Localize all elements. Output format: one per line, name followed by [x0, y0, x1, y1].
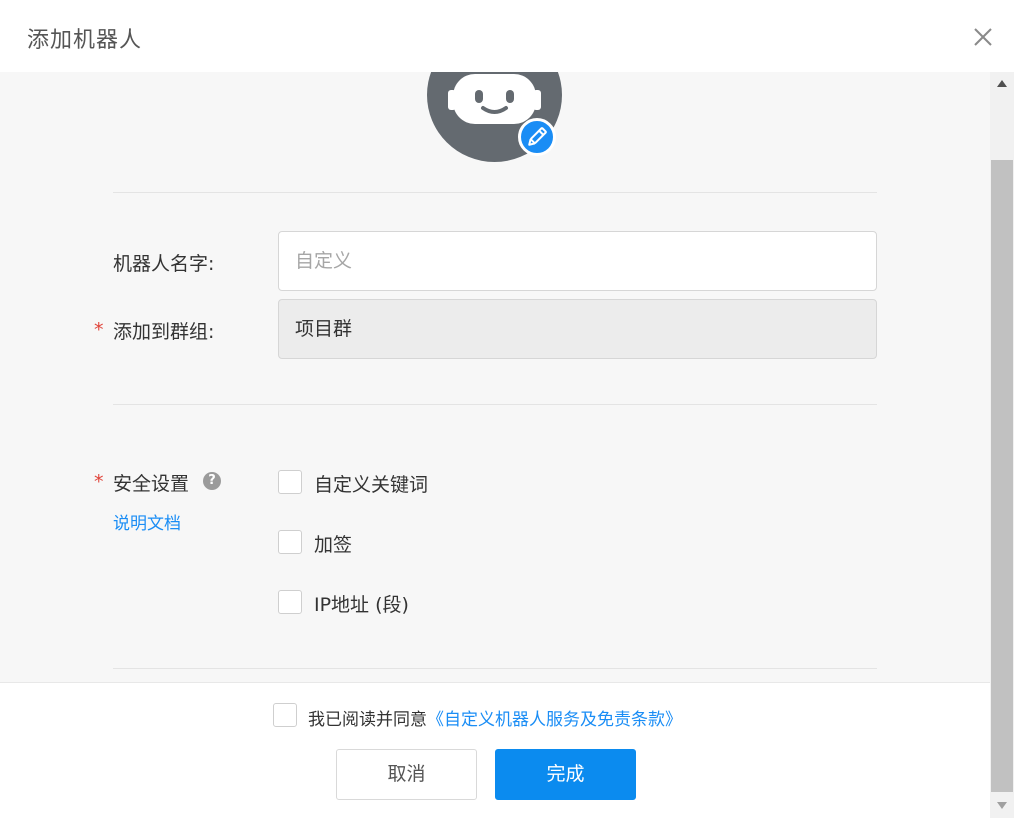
ip-address-checkbox[interactable] [278, 590, 302, 614]
scrollbar-thumb[interactable] [991, 160, 1013, 792]
done-button[interactable]: 完成 [495, 749, 636, 800]
edit-avatar-button[interactable] [518, 118, 556, 156]
agree-terms-text: 我已阅读并同意《自定义机器人服务及免责条款》 [308, 705, 682, 730]
terms-link[interactable]: 《自定义机器人服务及免责条款》 [427, 710, 682, 730]
divider [113, 668, 877, 669]
robot-name-label: 机器人名字: [113, 253, 215, 275]
pencil-icon [528, 127, 547, 146]
add-robot-dialog: 添加机器人 机器人名字: 自定义 * 添加到群组: 项目群 * 安全设置 ? 说… [0, 0, 1014, 818]
group-label: 添加到群组: [113, 321, 215, 343]
divider [113, 192, 877, 193]
keyword-checkbox[interactable] [278, 470, 302, 494]
close-icon[interactable] [970, 24, 996, 50]
agree-terms-checkbox[interactable] [273, 703, 297, 727]
cancel-button[interactable]: 取消 [336, 749, 477, 800]
scroll-down-arrow-icon[interactable] [997, 802, 1007, 809]
divider [113, 404, 877, 405]
ip-address-option-label: IP地址 (段) [314, 594, 409, 616]
security-settings-label: 安全设置 [113, 473, 190, 495]
vertical-scrollbar[interactable] [990, 72, 1014, 818]
required-mark: * [94, 319, 104, 341]
robot-name-input[interactable] [278, 231, 877, 291]
signature-option-label: 加签 [314, 534, 353, 556]
help-icon[interactable]: ? [203, 472, 221, 490]
documentation-link[interactable]: 说明文档 [113, 509, 181, 534]
scroll-up-arrow-icon[interactable] [997, 80, 1007, 87]
signature-checkbox[interactable] [278, 530, 302, 554]
dialog-body: 机器人名字: * 添加到群组: 项目群 * 安全设置 ? 说明文档 自定义关键词… [0, 72, 990, 682]
required-mark: * [94, 471, 104, 493]
dialog-title: 添加机器人 [27, 28, 143, 53]
keyword-option-label: 自定义关键词 [314, 474, 429, 496]
dialog-footer: 我已阅读并同意《自定义机器人服务及免责条款》 取消 完成 [0, 682, 990, 818]
dialog-header: 添加机器人 [0, 0, 1014, 72]
agree-prefix: 我已阅读并同意 [308, 710, 427, 730]
group-field: 项目群 [278, 299, 877, 359]
